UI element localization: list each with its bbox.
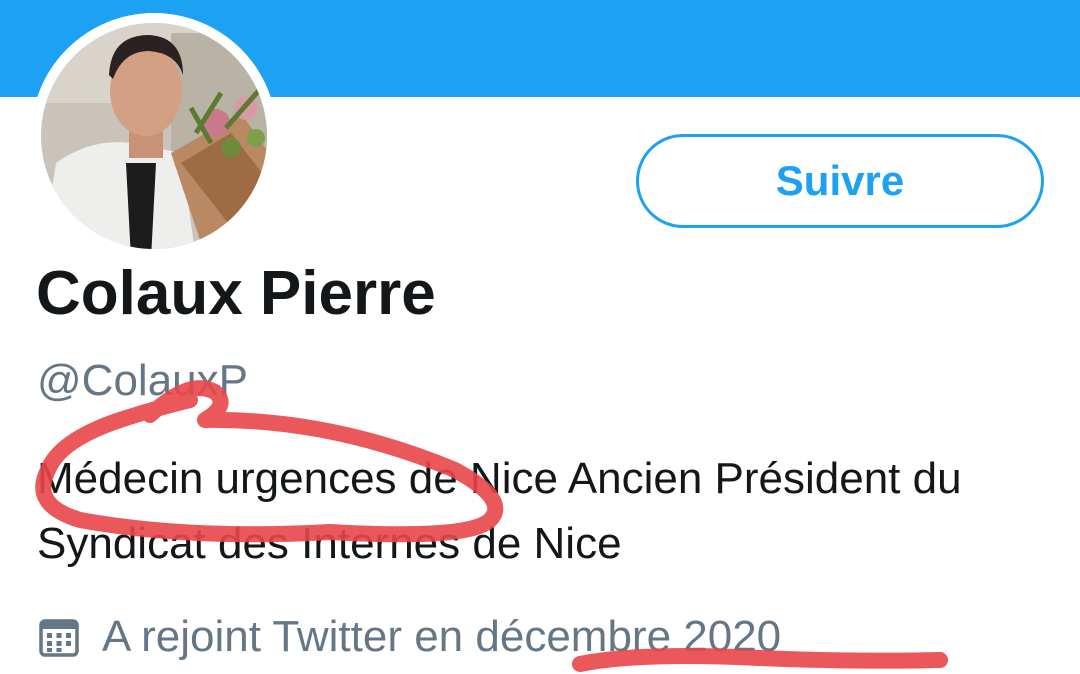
join-date-row: A rejoint Twitter en décembre 2020 xyxy=(38,612,781,662)
join-date-text: A rejoint Twitter en décembre 2020 xyxy=(102,612,782,661)
profile-handle: @ColauxP xyxy=(37,356,248,405)
avatar-photo xyxy=(31,13,277,259)
profile-name: Colaux Pierre xyxy=(36,259,436,328)
profile-bio: Médecin urgences de Nice Ancien Présiden… xyxy=(37,454,962,568)
profile-page: Suivre Colaux Pierre @ColauxP Médecin ur… xyxy=(0,0,1080,674)
follow-button[interactable]: Suivre xyxy=(636,134,1044,228)
avatar[interactable] xyxy=(31,13,277,259)
calendar-icon xyxy=(39,619,79,657)
